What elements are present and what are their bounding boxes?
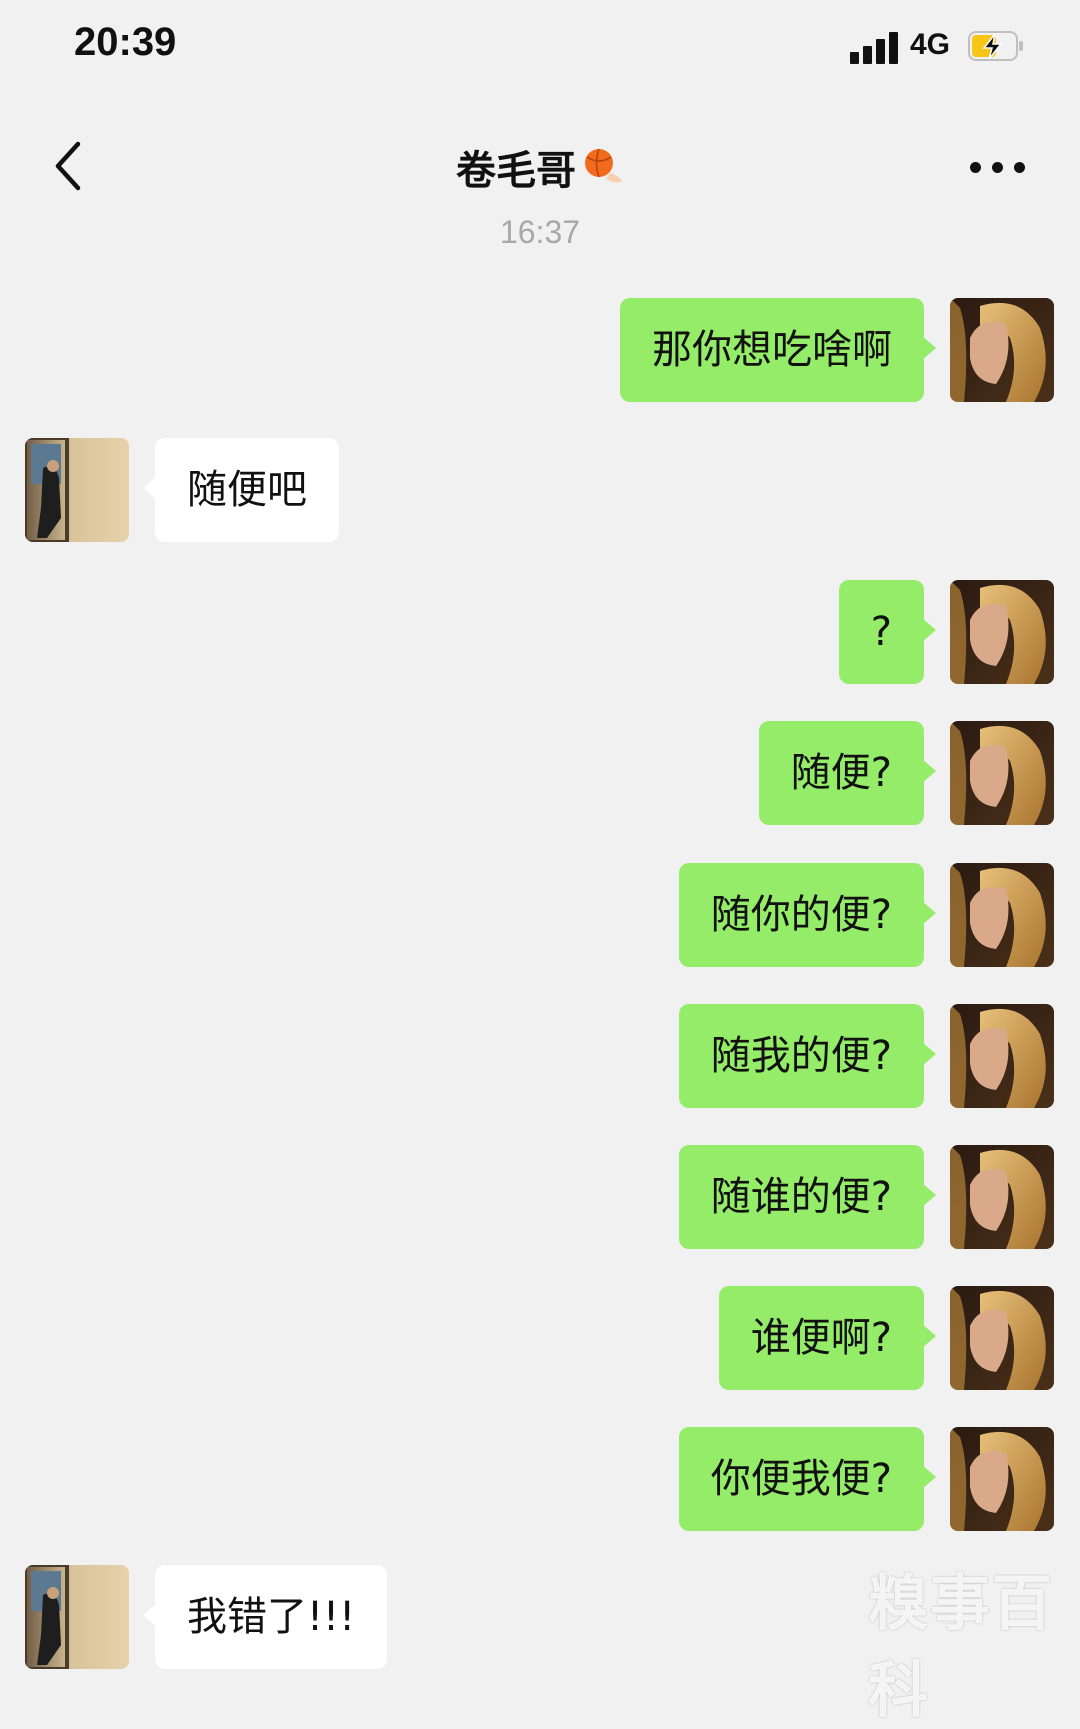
chat-header: 卷毛哥 — [0, 110, 1080, 220]
message-bubble-received[interactable]: 随便吧 — [143, 438, 339, 542]
status-time: 20:39 — [74, 20, 177, 64]
chat-timestamp: 16:37 — [499, 214, 581, 250]
basketball-emoji-icon — [585, 148, 622, 183]
message-bubble-sent[interactable]: 随便? — [758, 721, 937, 825]
contact-avatar[interactable] — [25, 438, 129, 542]
message-bubble-sent[interactable]: 随我的便? — [678, 1004, 937, 1108]
network-type: 4G — [910, 28, 951, 61]
my-avatar[interactable] — [950, 580, 1054, 684]
chat-title: 卷毛哥 — [456, 148, 576, 194]
my-avatar[interactable] — [950, 863, 1054, 967]
my-avatar[interactable] — [950, 721, 1054, 825]
my-avatar[interactable] — [950, 1427, 1054, 1531]
battery-charging-icon — [968, 31, 1023, 61]
my-avatar[interactable] — [950, 1145, 1054, 1249]
status-bar: 20:39 4G — [0, 0, 1080, 100]
message-bubble-sent[interactable]: 那你想吃啥啊 — [620, 298, 936, 402]
contact-avatar[interactable] — [25, 1565, 129, 1669]
message-bubble-sent[interactable]: 随你的便? — [678, 863, 937, 967]
signal-icon — [850, 30, 902, 64]
message-bubble-sent[interactable]: ? — [838, 580, 937, 684]
my-avatar[interactable] — [950, 1004, 1054, 1108]
message-bubble-sent[interactable]: 谁便啊? — [718, 1286, 937, 1390]
message-bubble-sent[interactable]: 你便我便? — [678, 1427, 937, 1531]
message-bubble-sent[interactable]: 随谁的便? — [678, 1145, 937, 1249]
more-options-icon[interactable] — [970, 162, 1030, 176]
my-avatar[interactable] — [950, 298, 1054, 402]
watermark: 糗事百科 — [868, 1569, 1054, 1726]
message-bubble-received[interactable]: 我错了!!! — [142, 1565, 388, 1669]
my-avatar[interactable] — [950, 1286, 1054, 1390]
chat-title-wrap: 卷毛哥 — [0, 138, 1080, 196]
